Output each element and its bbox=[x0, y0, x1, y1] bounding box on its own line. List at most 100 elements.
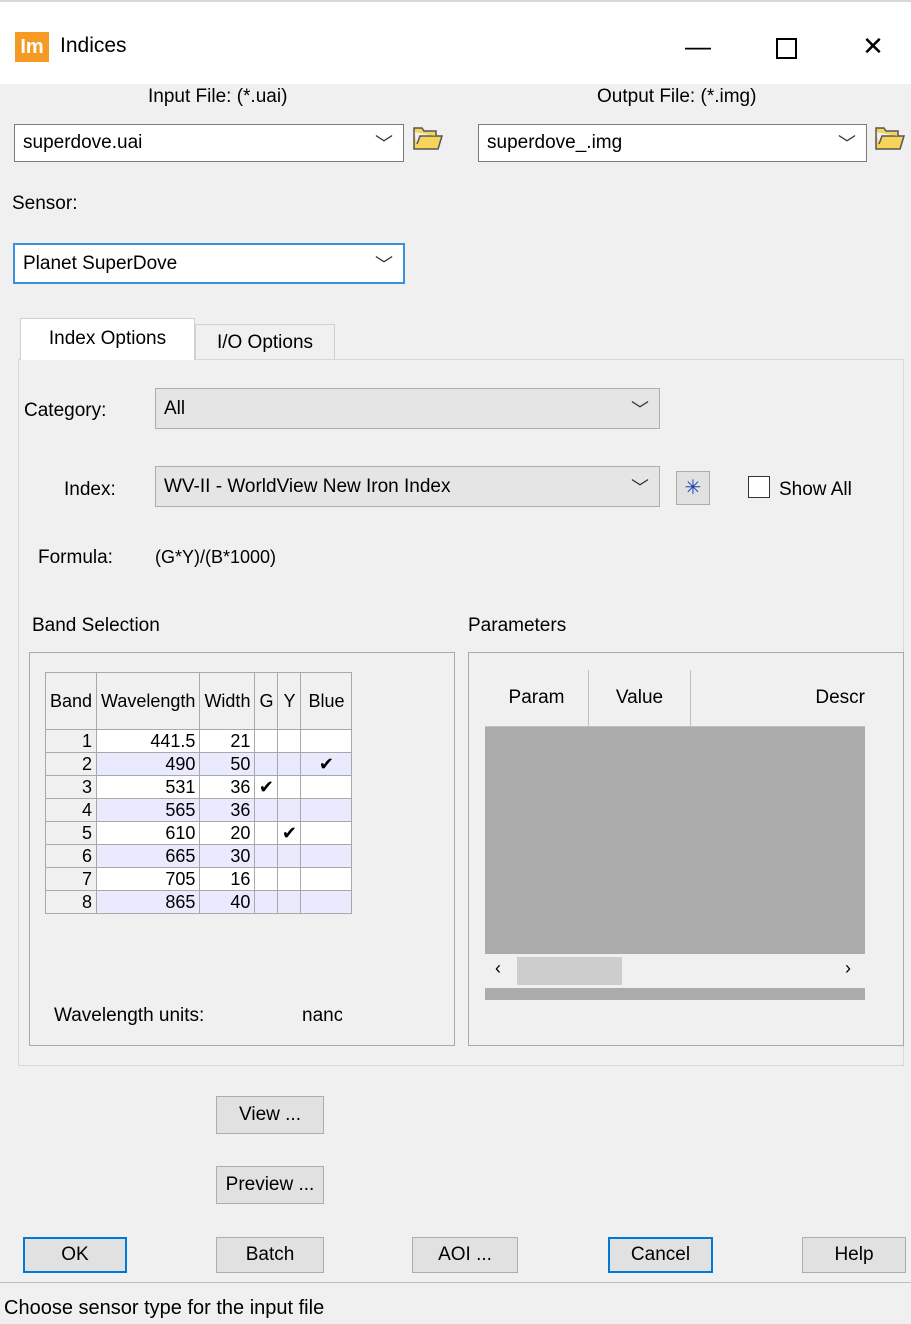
band-selection-group: Band Wavelength Width G Y Blue 1 441.5 2… bbox=[29, 652, 455, 1046]
wavelength-cell[interactable]: 610 bbox=[96, 821, 201, 845]
input-file-label: Input File: (*.uai) bbox=[148, 86, 288, 107]
band-selection-title: Band Selection bbox=[32, 615, 160, 636]
g-check-cell[interactable] bbox=[254, 821, 279, 845]
width-cell[interactable]: 16 bbox=[199, 867, 256, 891]
app-icon: Im bbox=[15, 32, 49, 62]
width-cell[interactable]: 20 bbox=[199, 821, 256, 845]
g-check-cell[interactable] bbox=[254, 844, 279, 868]
y-check-cell[interactable] bbox=[277, 775, 302, 799]
preview-button[interactable]: Preview ... bbox=[216, 1166, 324, 1204]
output-file-value: superdove_.img bbox=[487, 132, 623, 153]
batch-button[interactable]: Batch bbox=[216, 1237, 324, 1273]
ok-button[interactable]: OK bbox=[23, 1237, 127, 1273]
y-check-cell[interactable] bbox=[277, 844, 302, 868]
column-header-param[interactable]: Param bbox=[485, 670, 589, 726]
column-header-wavelength[interactable]: Wavelength bbox=[96, 672, 201, 730]
column-header-blue[interactable]: Blue bbox=[300, 672, 353, 730]
index-combo[interactable]: WV-II - WorldView New Iron Index ﹀ bbox=[155, 466, 660, 507]
column-header-g[interactable]: G bbox=[254, 672, 279, 730]
y-check-cell[interactable] bbox=[277, 798, 302, 822]
view-button[interactable]: View ... bbox=[216, 1096, 324, 1134]
sensor-value: Planet SuperDove bbox=[23, 252, 178, 274]
g-check-cell[interactable]: ✔ bbox=[254, 775, 279, 799]
blue-check-cell[interactable] bbox=[300, 798, 353, 822]
scrollbar-thumb[interactable] bbox=[517, 957, 622, 985]
band-number: 3 bbox=[44, 775, 98, 799]
y-check-cell[interactable] bbox=[277, 729, 302, 753]
aoi-button[interactable]: AOI ... bbox=[412, 1237, 518, 1273]
wavelength-cell[interactable]: 490 bbox=[96, 752, 201, 776]
wavelength-cell[interactable]: 705 bbox=[96, 867, 201, 891]
blue-check-cell[interactable] bbox=[300, 821, 353, 845]
close-button[interactable]: ✕ bbox=[843, 24, 903, 68]
folder-open-icon[interactable] bbox=[412, 124, 444, 152]
table-row: 4 565 36 bbox=[44, 798, 353, 822]
y-check-cell[interactable] bbox=[277, 752, 302, 776]
wavelength-cell[interactable]: 565 bbox=[96, 798, 201, 822]
width-cell[interactable]: 21 bbox=[199, 729, 256, 753]
input-file-value: superdove.uai bbox=[23, 132, 143, 153]
blue-check-cell[interactable] bbox=[300, 729, 353, 753]
column-header-value[interactable]: Value bbox=[589, 670, 691, 726]
status-bar: Choose sensor type for the input file bbox=[0, 1282, 911, 1324]
width-cell[interactable]: 36 bbox=[199, 775, 256, 799]
title-bar: Im Indices — ✕ bbox=[0, 0, 911, 84]
cancel-button[interactable]: Cancel bbox=[608, 1237, 713, 1273]
blue-check-cell[interactable]: ✔ bbox=[300, 752, 353, 776]
g-check-cell[interactable] bbox=[254, 729, 279, 753]
width-cell[interactable]: 50 bbox=[199, 752, 256, 776]
wavelength-cell[interactable]: 531 bbox=[96, 775, 201, 799]
g-check-cell[interactable] bbox=[254, 798, 279, 822]
width-cell[interactable]: 30 bbox=[199, 844, 256, 868]
y-check-cell[interactable]: ✔ bbox=[277, 821, 302, 845]
category-label: Category: bbox=[24, 400, 107, 421]
table-row: 8 865 40 bbox=[44, 890, 353, 914]
help-button[interactable]: Help bbox=[802, 1237, 906, 1273]
index-info-button[interactable]: ✳ bbox=[676, 471, 710, 505]
folder-open-icon[interactable] bbox=[874, 124, 906, 152]
wavelength-units-value: nanc bbox=[302, 1005, 342, 1026]
table-row: 2 490 50 ✔ bbox=[44, 752, 353, 776]
input-file-combo[interactable]: superdove.uai ﹀ bbox=[14, 124, 404, 162]
scroll-left-icon[interactable]: ‹ bbox=[495, 958, 501, 979]
blue-check-cell[interactable] bbox=[300, 890, 353, 914]
width-cell[interactable]: 40 bbox=[199, 890, 256, 914]
chevron-down-icon: ﹀ bbox=[375, 134, 393, 154]
width-cell[interactable]: 36 bbox=[199, 798, 256, 822]
column-header-y[interactable]: Y bbox=[277, 672, 302, 730]
column-header-description[interactable]: Descr bbox=[691, 670, 865, 726]
category-value: All bbox=[164, 397, 186, 419]
scroll-right-icon[interactable]: › bbox=[845, 958, 851, 979]
maximize-button[interactable] bbox=[756, 24, 816, 68]
y-check-cell[interactable] bbox=[277, 867, 302, 891]
category-combo[interactable]: All ﹀ bbox=[155, 388, 660, 429]
formula-value: (G*Y)/(B*1000) bbox=[155, 547, 277, 567]
column-header-band[interactable]: Band bbox=[44, 672, 98, 730]
show-all-checkbox[interactable] bbox=[748, 476, 770, 498]
wavelength-cell[interactable]: 441.5 bbox=[96, 729, 201, 753]
blue-check-cell[interactable] bbox=[300, 867, 353, 891]
y-check-cell[interactable] bbox=[277, 890, 302, 914]
wavelength-cell[interactable]: 865 bbox=[96, 890, 201, 914]
sensor-combo[interactable]: Planet SuperDove ﹀ bbox=[13, 243, 405, 284]
horizontal-scrollbar[interactable]: ‹ › bbox=[485, 954, 865, 988]
asterisk-icon: ✳ bbox=[684, 477, 702, 499]
g-check-cell[interactable] bbox=[254, 752, 279, 776]
blue-check-cell[interactable] bbox=[300, 844, 353, 868]
parameters-grid[interactable]: Param Value Descr ‹ › bbox=[485, 670, 865, 1000]
g-check-cell[interactable] bbox=[254, 890, 279, 914]
table-row: 3 531 36 ✔ bbox=[44, 775, 353, 799]
index-value: WV-II - WorldView New Iron Index bbox=[164, 475, 451, 497]
tab-io-options[interactable]: I/O Options bbox=[195, 324, 335, 360]
column-header-width[interactable]: Width bbox=[199, 672, 256, 730]
minimize-button[interactable]: — bbox=[668, 24, 728, 68]
parameters-header: Param Value Descr bbox=[485, 670, 865, 727]
chevron-down-icon: ﹀ bbox=[838, 134, 856, 154]
output-file-combo[interactable]: superdove_.img ﹀ bbox=[478, 124, 867, 162]
g-check-cell[interactable] bbox=[254, 867, 279, 891]
band-number: 1 bbox=[44, 729, 98, 753]
wavelength-cell[interactable]: 665 bbox=[96, 844, 201, 868]
tab-index-options[interactable]: Index Options bbox=[20, 318, 195, 360]
blue-check-cell[interactable] bbox=[300, 775, 353, 799]
parameters-title: Parameters bbox=[468, 615, 567, 636]
